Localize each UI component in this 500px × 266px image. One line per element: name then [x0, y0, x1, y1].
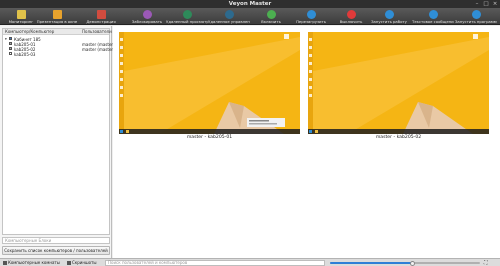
toolbar-button-label: Перезагрузить: [296, 19, 326, 24]
reboot-icon: [306, 10, 316, 19]
computer-rooms-label: Компьютерные комнаты: [8, 260, 60, 265]
tree-header: Компьютер/Компьютер Пользователи: [3, 29, 112, 35]
column-user-header[interactable]: Пользователи: [82, 29, 112, 35]
demo-icon: [96, 10, 106, 19]
computer-filter-input[interactable]: Компьютерные Блоки: [2, 237, 110, 244]
monitor-grid-icon: [16, 10, 26, 19]
screens-area: master - kab205-01 master - kab205-02: [113, 26, 500, 258]
close-icon[interactable]: ×: [492, 1, 498, 7]
toolbar-button-label: Презентация в окне: [36, 19, 78, 24]
computer-name: kab205-03: [14, 52, 36, 57]
group-checkbox[interactable]: [9, 37, 12, 40]
toolbar-button-run-program[interactable]: Запустить работу: [368, 8, 410, 25]
toolbar-button-reboot[interactable]: Перезагрузить: [290, 8, 332, 25]
computer-tree[interactable]: Компьютер/Компьютер Пользователи ▾ Кабин…: [2, 28, 115, 235]
toolbar-button-demo[interactable]: Демонстрация: [80, 8, 122, 25]
status-bar: Компьютерные комнаты Скриншоты Поиск пол…: [0, 258, 500, 266]
toolbar-button-label: Включить: [261, 19, 281, 24]
power-on-icon: [266, 10, 276, 19]
zoom-slider-handle[interactable]: [410, 260, 415, 266]
computer-panel: Компьютер/Компьютер Пользователи ▾ Кабин…: [0, 26, 115, 258]
veyon-master-window: Veyon Master – □ × Мониторинг Презентация…: [0, 0, 500, 266]
toolbar-button-window-presentation[interactable]: Презентация в окне: [36, 8, 78, 25]
text-message-icon: [428, 10, 438, 19]
toolbar-button-power-on[interactable]: Включить: [250, 8, 292, 25]
screen-caption: master - kab205-01: [186, 135, 233, 140]
toolbar-button-lock[interactable]: Заблокировать: [126, 8, 168, 25]
search-users-input[interactable]: Поиск пользователей и компьютеров: [105, 260, 325, 266]
minimize-icon[interactable]: –: [474, 1, 480, 7]
toolbar: Мониторинг Презентация в окне Демонстрация…: [0, 8, 500, 25]
zoom-slider[interactable]: [330, 260, 480, 266]
run-program-icon: [384, 10, 394, 19]
toolbar-button-remote-control[interactable]: Удаленное управление: [208, 8, 250, 25]
window-presentation-icon: [52, 10, 62, 19]
screenshots-label: Скриншоты: [72, 260, 97, 265]
toolbar-button-open-website[interactable]: Запустить программу: [455, 8, 497, 25]
screen-thumbnail[interactable]: [119, 32, 300, 134]
desktop-wallpaper: [119, 32, 300, 134]
computer-rooms-icon: [3, 260, 7, 265]
toolbar-button-label: Запустить работу: [371, 19, 407, 24]
screenshots-icon: [67, 260, 71, 265]
computer-rooms-button[interactable]: Компьютерные комнаты: [3, 260, 60, 266]
desktop-wallpaper: [308, 32, 489, 134]
remote-control-icon: [224, 10, 234, 19]
screenshots-button[interactable]: Скриншоты: [67, 260, 97, 266]
toolbar-button-label: Запустить программу: [455, 19, 497, 24]
power-off-icon: [346, 10, 356, 19]
toolbar-button-label: Выключить: [339, 19, 363, 24]
toolbar-button-power-off[interactable]: Выключить: [330, 8, 372, 25]
lock-icon: [142, 10, 152, 19]
toolbar-button-label: Текстовое сообщение: [412, 19, 454, 24]
fullscreen-icon[interactable]: ⛶: [484, 260, 488, 266]
save-list-button[interactable]: Сохранить список компьютеров / пользоват…: [2, 246, 110, 255]
row-checkbox[interactable]: [9, 52, 12, 55]
toolbar-button-remote-view[interactable]: Удаленный просмотр: [166, 8, 208, 25]
maximize-icon[interactable]: □: [483, 1, 489, 7]
window-title: Veyon Master: [228, 1, 272, 7]
toolbar-button-label: Удаленный просмотр: [166, 19, 208, 24]
zoom-slider-fill: [330, 262, 413, 264]
toolbar-button-text-message[interactable]: Текстовое сообщение: [412, 8, 454, 25]
column-computer-header[interactable]: Компьютер/Компьютер: [5, 29, 54, 35]
tree-row[interactable]: kab205-03: [3, 52, 109, 57]
remote-view-icon: [182, 10, 192, 19]
screen-caption: master - kab205-02: [375, 135, 422, 140]
screen-thumbnail[interactable]: [308, 32, 489, 134]
toolbar-button-label: Удаленное управление: [208, 19, 250, 24]
toolbar-button-label: Демонстрация: [86, 19, 116, 24]
title-bar: Veyon Master – □ ×: [0, 0, 500, 8]
toolbar-button-label: Заблокировать: [131, 19, 163, 24]
open-website-icon: [471, 10, 481, 19]
